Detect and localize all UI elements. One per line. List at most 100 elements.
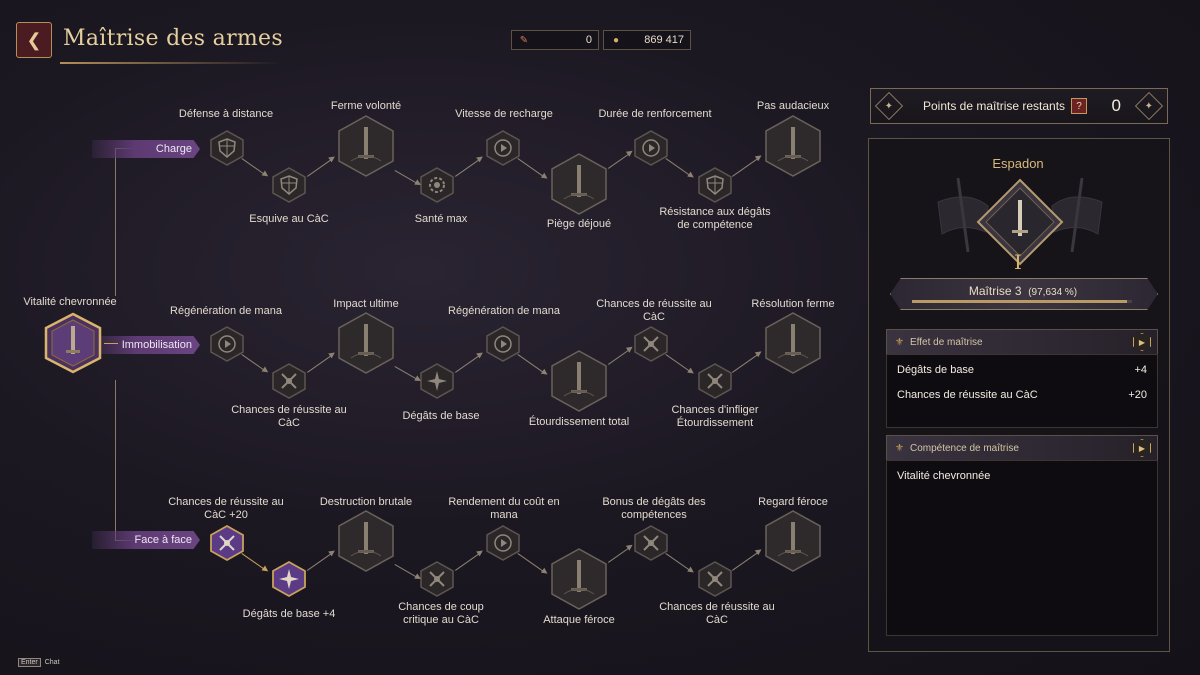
root-node[interactable] [42, 312, 104, 374]
row3-arrow [665, 553, 693, 573]
title-underline [60, 62, 280, 64]
label-destruction-brutale: Destruction brutale [319, 496, 413, 508]
label-resistance-degats: Résistance aux dégâts de compétence [659, 206, 771, 231]
row3-arrow [307, 551, 334, 571]
node-chances-cac-r3a[interactable] [209, 524, 245, 562]
help-button[interactable]: ? [1071, 98, 1088, 114]
row3-arrow [394, 564, 420, 579]
node-bonus-degats-competences[interactable] [633, 525, 669, 561]
fleur-de-lis-icon: ⚜ [895, 442, 904, 454]
node-degats-base-r3[interactable] [271, 560, 307, 598]
mastery-points-bar: ✦ Points de maîtrise restants ? 0 ✦ [870, 88, 1168, 124]
row2-arrow [517, 354, 546, 375]
node-etourdissement-total[interactable] [550, 350, 608, 412]
mastery-points-label: Points de maîtrise restants [923, 99, 1066, 113]
label-chances-cac-r3b: Chances de réussite au CàC [659, 601, 775, 626]
node-chances-cac-r2a[interactable] [271, 363, 307, 399]
node-sante-max[interactable] [419, 167, 455, 203]
label-chances-infliger: Chances d'infliger Étourdissement [671, 404, 759, 429]
label-attaque-feroce: Attaque féroce [543, 614, 615, 626]
node-degats-base-r2[interactable] [419, 363, 455, 399]
chat-hint[interactable]: Enter Chat [18, 658, 60, 667]
node-defense-distance[interactable] [209, 130, 245, 166]
node-impact-ultime[interactable] [337, 312, 395, 374]
node-chances-cac-r3b[interactable] [697, 561, 733, 597]
node-vitesse-recharge[interactable] [485, 130, 521, 166]
currency-points-value: 0 [585, 34, 592, 46]
label-degats-base-r3: Dégâts de base +4 [242, 608, 336, 620]
label-regen-mana-2: Régénération de mana [448, 305, 560, 317]
mastery-points-value: 0 [1111, 96, 1121, 115]
coin-icon: ● [612, 34, 620, 46]
node-pas-audacieux[interactable] [764, 115, 822, 177]
label-esquive-cac: Esquive au CàC [249, 213, 329, 225]
row3-arrow-active [241, 553, 267, 572]
node-regard-feroce[interactable] [764, 510, 822, 572]
row1-arrow [665, 158, 693, 178]
label-chances-cac-r3a: Chances de réussite au CàC +20 [168, 496, 284, 521]
tree-connector [115, 148, 116, 296]
enter-key: Enter [18, 658, 41, 667]
weapon-name: Espadon [992, 156, 1044, 171]
effect-section-header: ⚜ Effet de maîtrise ▶ [886, 329, 1158, 355]
row-tag-immobilisation: Immobilisation [92, 336, 200, 354]
back-button[interactable]: ❮ [16, 22, 52, 58]
page-title: Maîtrise des armes [63, 26, 283, 51]
label-sante-max: Santé max [414, 213, 468, 225]
play-icon[interactable]: ▶ [1133, 439, 1151, 457]
effect-stats: Dégâts de base +4 Chances de réussite au … [886, 354, 1158, 428]
back-arrow-icon: ❮ [26, 29, 42, 50]
row3-arrow [608, 545, 632, 563]
node-resistance-degats[interactable] [697, 167, 733, 203]
node-attaque-feroce[interactable] [550, 548, 608, 610]
row-tag-charge: Charge [92, 140, 200, 158]
row1-arrow [455, 157, 482, 177]
label-regen-mana-1: Régénération de mana [170, 305, 282, 317]
row2-arrow [665, 354, 693, 374]
node-chances-cac-r2b[interactable] [633, 326, 669, 362]
rank-numeral: I [1014, 250, 1022, 274]
skill-body: Vitalité chevronnée [886, 460, 1158, 636]
stat-row: Dégâts de base +4 [897, 364, 1147, 376]
row1-arrow [307, 157, 334, 177]
node-destruction-brutale[interactable] [337, 510, 395, 572]
row1-arrow [241, 158, 267, 177]
row1-arrow [608, 151, 632, 169]
node-coup-critique[interactable] [419, 561, 455, 597]
label-piege-dejoue: Piège déjoué [546, 218, 612, 230]
label-coup-critique: Chances de coup critique au CàC [398, 601, 484, 626]
node-duree-renforcement[interactable] [633, 130, 669, 166]
row2-arrow [732, 352, 761, 373]
node-chances-infliger[interactable] [697, 363, 733, 399]
skill-section-header: ⚜ Compétence de maîtrise ▶ [886, 435, 1158, 461]
mastery-label: Maîtrise 3 (97,634 %) [968, 284, 1078, 298]
row3-arrow [517, 553, 546, 574]
node-regen-mana-2[interactable] [485, 326, 521, 362]
node-piege-dejoue[interactable] [550, 153, 608, 215]
play-icon[interactable]: ▶ [1133, 333, 1151, 351]
root-node-label: Vitalité chevronnée [23, 296, 117, 308]
row2-arrow [608, 347, 632, 365]
node-resolution-ferme[interactable] [764, 312, 822, 374]
node-rendement-mana[interactable] [485, 525, 521, 561]
label-vitesse-recharge: Vitesse de recharge [455, 108, 553, 120]
node-esquive-cac[interactable] [271, 167, 307, 203]
currency-gold: ● 869 417 [603, 30, 691, 50]
mastery-progress-track [912, 300, 1132, 303]
node-regen-mana-1[interactable] [209, 326, 245, 362]
label-pas-audacieux: Pas audacieux [756, 100, 830, 112]
mastery-progress-fill [912, 300, 1127, 303]
skill-name: Vitalité chevronnée [897, 470, 991, 482]
chat-label: Chat [44, 659, 60, 666]
label-impact-ultime: Impact ultime [333, 298, 399, 310]
row3-arrow [455, 551, 482, 571]
fleur-de-lis-icon: ⚜ [895, 336, 904, 348]
fleur-de-lis-icon: ✦ [874, 91, 904, 121]
row2-arrow [241, 354, 267, 373]
label-bonus-degats-competences: Bonus de dégâts des compétences [602, 496, 706, 521]
row-tag-face-a-face: Face à face [92, 531, 200, 549]
node-ferme-volonte[interactable] [337, 115, 395, 177]
label-chances-cac-r2a: Chances de réussite au CàC [231, 404, 347, 429]
feather-icon: ✎ [519, 34, 529, 46]
row1-arrow [517, 158, 546, 179]
